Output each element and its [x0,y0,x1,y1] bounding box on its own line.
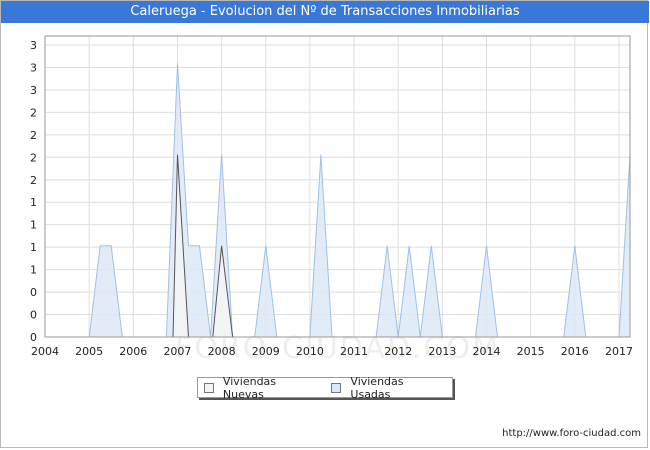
y-tick-label: 2 [30,106,37,119]
source-link[interactable]: http://www.foro-ciudad.com [502,428,641,439]
x-tick-label: 2009 [252,345,280,358]
x-tick-label: 2014 [473,345,501,358]
x-tick-label: 2012 [384,345,412,358]
y-tick-label: 1 [30,241,37,254]
x-tick-label: 2005 [75,345,103,358]
y-tick-label: 0 [30,309,37,322]
x-tick-label: 2016 [561,345,589,358]
x-tick-label: 2007 [163,345,191,358]
y-tick-label: 3 [30,61,37,74]
y-tick-label: 1 [30,196,37,209]
x-tick-label: 2008 [208,345,236,358]
legend-item-usadas: Viviendas Usadas [331,375,446,401]
x-tick-label: 2017 [605,345,633,358]
y-tick-label: 2 [30,151,37,164]
x-tick-label: 2015 [517,345,545,358]
legend-swatch-nuevas [204,382,214,393]
x-tick-label: 2004 [31,345,59,358]
y-tick-label: 0 [30,286,37,299]
y-tick-label: 2 [30,129,37,142]
legend-label-usadas: Viviendas Usadas [350,374,404,401]
chart-legend: Viviendas Nuevas Viviendas Usadas [197,375,453,401]
legend-label-nuevas: Viviendas Nuevas [222,374,277,401]
legend-item-nuevas: Viviendas Nuevas [204,375,319,401]
legend-swatch-usadas [331,382,342,393]
x-tick-label: 2011 [340,345,368,358]
y-tick-label: 3 [30,39,37,52]
x-tick-label: 2013 [428,345,456,358]
x-tick-label: 2006 [119,345,147,358]
y-tick-label: 0 [30,331,37,344]
y-tick-label: 1 [30,219,37,232]
x-tick-label: 2010 [296,345,324,358]
y-tick-label: 3 [30,84,37,97]
y-tick-label: 1 [30,264,37,277]
y-tick-label: 2 [30,174,37,187]
